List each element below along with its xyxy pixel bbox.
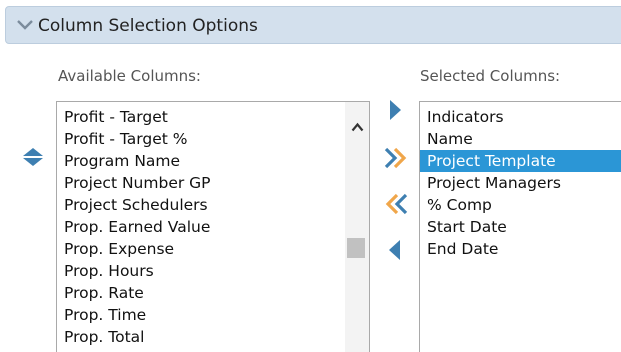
move-up-down-button[interactable] xyxy=(22,146,44,168)
list-item[interactable]: Prop. Hours xyxy=(57,260,343,282)
arrow-right-icon xyxy=(390,100,401,120)
scrollbar-thumb[interactable] xyxy=(347,238,365,258)
selected-columns-list[interactable]: Indicators Name Project Template Project… xyxy=(419,101,621,352)
list-item[interactable]: Prop. Time xyxy=(57,304,343,326)
column-selection-header[interactable]: Column Selection Options xyxy=(5,6,621,44)
list-item[interactable]: Project Schedulers xyxy=(57,194,343,216)
list-item[interactable]: % Comp xyxy=(420,194,621,216)
list-item[interactable]: Profit - Target xyxy=(57,106,343,128)
list-item[interactable]: Prop. Earned Value xyxy=(57,216,343,238)
add-all-columns-button[interactable] xyxy=(384,147,408,169)
remove-column-button[interactable] xyxy=(388,239,402,261)
list-item[interactable]: Profit - Target % xyxy=(57,128,343,150)
list-item[interactable]: Prop. Total xyxy=(57,326,343,348)
list-item[interactable]: Program Name xyxy=(57,150,343,172)
move-up-down-icon xyxy=(23,148,43,166)
available-columns-list[interactable]: Profit - Target Profit - Target % Progra… xyxy=(56,101,370,352)
list-item-selected[interactable]: Project Template xyxy=(420,150,621,172)
scroll-up-icon[interactable] xyxy=(351,122,364,132)
list-item[interactable]: Project Number GP xyxy=(57,172,343,194)
column-selection-panel: Column Selection Options Available Colum… xyxy=(0,0,621,352)
list-item[interactable]: Prop. Expense xyxy=(57,238,343,260)
available-columns-label: Available Columns: xyxy=(58,67,201,85)
list-item[interactable]: Indicators xyxy=(420,106,621,128)
list-item[interactable]: Project Managers xyxy=(420,172,621,194)
available-list-scrollbar[interactable] xyxy=(345,102,369,352)
section-title: Column Selection Options xyxy=(38,16,258,36)
remove-all-columns-button[interactable] xyxy=(384,193,408,215)
double-arrow-left-icon xyxy=(385,193,408,215)
double-arrow-right-icon xyxy=(384,147,407,169)
selected-items: Indicators Name Project Template Project… xyxy=(420,106,621,260)
list-item[interactable]: Start Date xyxy=(420,216,621,238)
chevron-down-icon[interactable] xyxy=(16,19,34,31)
list-item[interactable]: Prop. Rate xyxy=(57,282,343,304)
add-column-button[interactable] xyxy=(388,99,402,121)
selected-columns-label: Selected Columns: xyxy=(420,67,561,85)
available-items: Profit - Target Profit - Target % Progra… xyxy=(57,106,343,348)
list-item[interactable]: Name xyxy=(420,128,621,150)
list-item[interactable]: End Date xyxy=(420,238,621,260)
arrow-left-icon xyxy=(389,240,400,260)
